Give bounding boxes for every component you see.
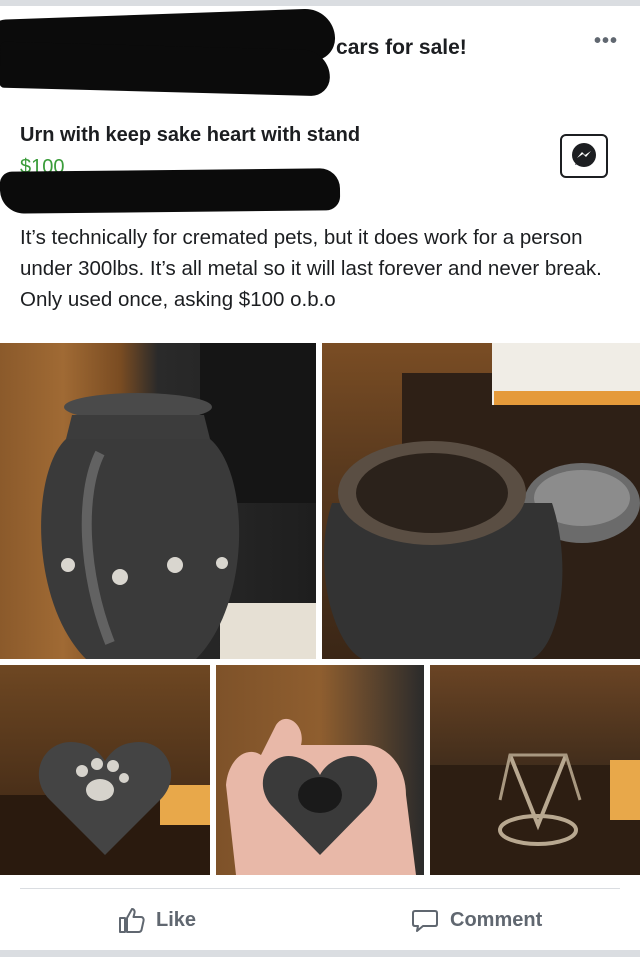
footer-divider: [20, 888, 620, 889]
redaction-mark: [0, 168, 341, 214]
messenger-icon: [572, 143, 596, 167]
comment-icon: [412, 910, 438, 932]
urn-open-lid-photo[interactable]: [322, 343, 640, 659]
more-dots-icon[interactable]: •••: [594, 30, 618, 53]
post-header: laire cars for sale! •••: [0, 6, 640, 97]
listing-description: It’s technically for cremated pets, but …: [20, 226, 602, 311]
heart-keepsake-photo[interactable]: [0, 665, 210, 875]
bottom-divider: [0, 950, 640, 957]
like-label: Like: [156, 908, 197, 931]
comment-label: Comment: [450, 908, 543, 931]
like-button[interactable]: Like: [116, 905, 196, 935]
urn-photo[interactable]: [0, 343, 316, 659]
listing-title[interactable]: Urn with keep sake heart with stand: [20, 124, 360, 147]
messenger-button[interactable]: [560, 134, 608, 178]
redaction-mark: [0, 41, 331, 97]
heart-keepsake-in-hand-photo[interactable]: [216, 665, 424, 875]
thumbs-up-icon: [119, 908, 145, 933]
comment-button[interactable]: Comment: [410, 905, 542, 935]
stand-photo[interactable]: [430, 665, 640, 875]
